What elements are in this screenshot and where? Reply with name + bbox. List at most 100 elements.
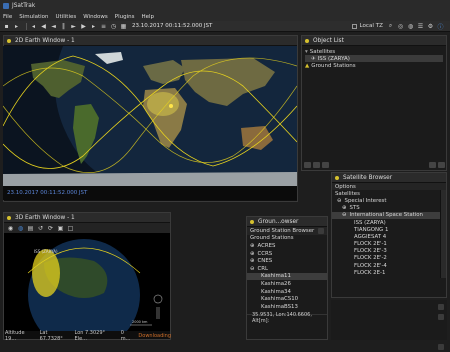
satb-scrollbar[interactable] [440, 190, 446, 279]
satb-tree: Satellites ⊖ Special Interest ⊕ STS ⊖ Inter… [332, 190, 440, 278]
menu-simulation[interactable]: Simulation [19, 14, 48, 20]
satb-item[interactable]: Satellites [332, 190, 440, 197]
tree-item-iss[interactable]: ✈ ISS (ZARYA) [305, 55, 443, 62]
eye-icon[interactable]: ◉ [7, 225, 14, 232]
object-list-panel: Object List ▾ Satellites ✈ ISS (ZARYA) ▲… [301, 35, 447, 171]
menu-file[interactable]: File [3, 14, 12, 20]
tree-label: Satellites [309, 48, 336, 55]
local-tz-checkbox[interactable] [352, 23, 358, 29]
satb-item[interactable]: AGGIESAT 4 [332, 233, 440, 240]
gsb-root[interactable]: Ground Stations [247, 235, 327, 243]
satb-item-selected[interactable]: ⊖ International Space Station [332, 211, 440, 219]
gsb-item-label: KashimaCS10 [261, 296, 299, 303]
menu-windows[interactable]: Windows [83, 14, 108, 20]
gsb-item-label: KashimaBS13 [261, 303, 298, 310]
scroll-up-icon[interactable] [438, 304, 444, 310]
new-icon[interactable]: ▪ [3, 23, 10, 30]
step-back-icon[interactable]: ◂ [30, 23, 37, 30]
add-icon[interactable] [304, 162, 311, 168]
expand-icon: ⊕ [250, 258, 255, 265]
satb-item[interactable]: TIANGONG 1 [332, 226, 440, 233]
calendar-icon[interactable]: ▦ [120, 23, 127, 30]
remove-icon[interactable] [322, 162, 329, 168]
rotate-icon[interactable]: ⟳ [47, 225, 54, 232]
menu-bar: File Simulation Utilities Windows Plugin… [0, 12, 450, 21]
gsb-item[interactable]: ⊖ CRL [247, 265, 327, 273]
down-icon[interactable] [438, 162, 445, 168]
menu-utilities[interactable]: Utilities [56, 14, 77, 20]
gsb-item[interactable]: KashimaCS10 [247, 295, 327, 303]
play-back-icon[interactable]: ◄ [50, 23, 57, 30]
layers-icon[interactable]: ▤ [27, 225, 34, 232]
step-forward-icon[interactable]: ▸ [90, 23, 97, 30]
rewind-icon[interactable]: ◀ [40, 23, 47, 30]
gsb-item[interactable]: Kashima34 [247, 288, 327, 296]
screenshot-icon[interactable]: □ [67, 225, 74, 232]
object-list-body: ▾ Satellites ✈ ISS (ZARYA) ▲ Ground Stat… [302, 46, 446, 71]
main-toolbar: ▪ ▸ ◂ ◀ ◄ ‖ ► ▶ ▸ ≡ ◷ ▦ 23.10.2017 00:11… [0, 21, 450, 32]
open-icon[interactable]: ▸ [13, 23, 20, 30]
camera-icon[interactable]: ▣ [57, 225, 64, 232]
satb-item[interactable]: FLOCK 2E'-4 [332, 262, 440, 269]
gsb-item[interactable]: ⊕ ACRES [247, 242, 327, 250]
satb-item[interactable]: FLOCK 2E'-1 [332, 241, 440, 248]
search-icon[interactable]: ⌕ [387, 22, 394, 30]
tree-item-ground-stations[interactable]: ▲ Ground Stations [305, 62, 443, 69]
window-dot-icon [7, 215, 11, 220]
satb-options[interactable]: Options [332, 183, 446, 191]
menu-help[interactable]: Help [141, 14, 154, 20]
gsb-item[interactable]: ⊕ CNES [247, 257, 327, 265]
list-icon[interactable]: ☰ [417, 23, 424, 30]
settings-icon[interactable]: ⚙ [427, 23, 434, 30]
satb-item-label: FLOCK 2E'-4 [354, 262, 387, 269]
tree-label: ISS (ZARYA) [317, 55, 350, 62]
reset-view-icon[interactable]: ↺ [37, 225, 44, 232]
edit-icon[interactable] [313, 162, 320, 168]
antarctica [3, 172, 297, 186]
menu-plugins[interactable]: Plugins [115, 14, 135, 20]
globe-icon[interactable]: ◍ [17, 225, 24, 232]
satb-item[interactable]: ISS (ZARYA) [332, 219, 440, 226]
satb-item[interactable]: FLOCK 2E'-2 [332, 255, 440, 262]
tree-item-satellites[interactable]: ▾ Satellites [305, 48, 443, 55]
gsb-item[interactable]: KashimaBS13 [247, 303, 327, 311]
time-field[interactable]: 23.10.2017 00:11:52.000 JST [132, 23, 212, 29]
satb-title: Satellite Browser [343, 174, 393, 181]
satb-footer [331, 300, 447, 350]
satb-item-label: FLOCK 2E'-2 [354, 255, 387, 262]
target-icon[interactable]: ◎ [397, 23, 404, 30]
play-icon[interactable]: ► [70, 23, 77, 30]
satb-item[interactable]: ⊖ Special Interest [332, 197, 440, 204]
globe-icon[interactable]: ◍ [407, 23, 414, 30]
speed-icon[interactable]: ≡ [100, 23, 107, 30]
satb-nav-3 [331, 320, 447, 350]
earth-2d-map[interactable] [3, 46, 297, 186]
gsb-item[interactable]: ⊕ CCRS [247, 250, 327, 258]
object-list-header: Object List [302, 36, 446, 46]
earth-3d-header: 3D Earth Window - 1 [4, 213, 170, 223]
dl-readout: 0 m... [120, 330, 131, 342]
toolbar-separator [26, 22, 27, 30]
pause-icon[interactable]: ‖ [60, 23, 67, 30]
satb-item[interactable]: FLOCK 2E-1 [332, 269, 440, 276]
clock-icon[interactable]: ◷ [110, 23, 117, 30]
dropdown-icon[interactable] [318, 227, 324, 234]
earth-3d-view[interactable]: ISS (ZARYA) 2000 km [4, 233, 170, 331]
earth-2d-header: 2D Earth Window - 1 [4, 36, 297, 46]
satb-item[interactable]: ⊕ STS [332, 205, 440, 212]
fast-forward-icon[interactable]: ▶ [80, 23, 87, 30]
up-icon[interactable] [429, 162, 436, 168]
gsb-item[interactable]: Kashima26 [247, 280, 327, 288]
satb-item-label: ISS (ZARYA) [354, 219, 386, 226]
expand-icon: ⊕ [250, 250, 255, 257]
gsb-item-selected[interactable]: Kashima11 [247, 272, 327, 281]
tz-group: Local TZ ⌕ ◎ ◍ ☰ ⚙ ⓘ [352, 22, 447, 31]
resize-icon[interactable] [438, 344, 444, 350]
options-label: Options [335, 183, 356, 190]
satellite-icon: ✈ [311, 55, 316, 62]
help-icon[interactable]: ⓘ [437, 23, 444, 31]
satb-item[interactable]: FLOCK 2E'-3 [332, 248, 440, 255]
scroll-down-icon[interactable] [438, 314, 444, 320]
satellite-browser: Satellite Browser Options Satellites ⊖ Sp… [331, 172, 447, 298]
collapse-icon: ⊖ [342, 212, 347, 219]
